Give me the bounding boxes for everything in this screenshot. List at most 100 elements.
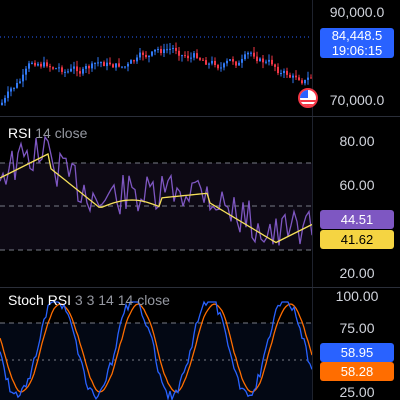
candle-body (178, 50, 180, 56)
candle-body (181, 55, 183, 57)
candle-body (277, 66, 279, 74)
candle-body (232, 59, 234, 62)
candle-body (130, 60, 132, 64)
rsi-axis-label-80: 80.00 (339, 133, 375, 149)
candle-body (211, 60, 213, 64)
candle-body (70, 68, 72, 72)
candle-body (226, 60, 228, 64)
candle-body (13, 87, 15, 89)
rsi-pane[interactable]: RSI 14 close 80.00 60.00 44.51 41.62 20.… (0, 117, 400, 287)
candle-body (22, 74, 24, 82)
candle-body (139, 52, 141, 58)
candle-body (10, 88, 12, 92)
stoch-d-value-tag: 58.28 (320, 362, 394, 381)
price-axis-label-70000: 70,000.0 (329, 92, 385, 108)
candle-body (91, 63, 93, 69)
candle-body (268, 59, 270, 62)
candle-body (250, 52, 252, 54)
candle-body (82, 68, 84, 74)
candle-body (190, 57, 192, 59)
candle-body (175, 47, 177, 51)
candle-body (289, 74, 291, 78)
candle-body (100, 62, 102, 64)
candle-body (97, 62, 99, 64)
candle-body (142, 52, 144, 55)
candle-body (193, 53, 195, 58)
candle-body (25, 68, 27, 75)
candle-body (16, 82, 18, 88)
candle-body (196, 53, 198, 59)
candle-body (163, 49, 165, 54)
stoch-rsi-pane[interactable]: Stoch RSI 3 3 14 14 close 100.00 75.00 5… (0, 288, 400, 400)
candle-body (244, 54, 246, 60)
last-price-tag: 84,448.5 19:06:15 (320, 28, 394, 58)
candle-body (61, 67, 63, 72)
candle-body (202, 59, 204, 61)
candle-body (76, 66, 78, 72)
candle-body (46, 62, 48, 67)
candle-body (292, 75, 294, 78)
stoch-axis-label-100: 100.00 (335, 288, 379, 304)
candle-body (298, 77, 300, 81)
candle-body (58, 67, 60, 69)
candle-body (217, 64, 219, 69)
candle-body (121, 66, 123, 68)
last-price-value: 84,448.5 (331, 28, 383, 43)
countdown-timer: 19:06:15 (331, 43, 383, 58)
candle-body (247, 52, 249, 55)
candle-body (286, 70, 288, 75)
stoch-rsi-legend[interactable]: Stoch RSI 3 3 14 14 close (8, 292, 170, 308)
candle-body (43, 62, 45, 67)
candle-body (103, 62, 105, 67)
candle-body (145, 54, 147, 58)
candle-body (208, 63, 210, 65)
candle-body (55, 68, 57, 70)
stoch-axis-label-75: 75.00 (339, 320, 375, 336)
candle-body (262, 58, 264, 63)
price-pane[interactable]: 90,000.0 84,448.5 19:06:15 70,000.0 (0, 0, 400, 116)
candle-body (157, 48, 159, 50)
candle-body (79, 71, 81, 74)
rsi-legend[interactable]: RSI 14 close (8, 125, 87, 141)
candle-body (304, 79, 306, 84)
candle-body (205, 60, 207, 65)
candle-body (271, 59, 273, 65)
candle-body (127, 63, 129, 67)
candle-body (283, 70, 285, 74)
candle-body (166, 49, 168, 51)
price-candles-canvas[interactable] (0, 0, 312, 116)
stoch-rsi-title: Stoch RSI (8, 292, 72, 308)
stoch-rsi-params: 3 3 14 14 close (74, 292, 170, 308)
candle-body (7, 91, 9, 98)
candle-body (220, 67, 222, 69)
candle-body (235, 61, 237, 66)
candle-body (112, 64, 114, 68)
candle-body (94, 62, 96, 64)
rsi-axis-label-60: 60.00 (339, 177, 375, 193)
candle-body (253, 52, 255, 57)
candle-body (34, 62, 36, 66)
candle-body (133, 60, 135, 62)
candle-body (259, 58, 261, 62)
candle-body (115, 63, 117, 68)
candle-body (40, 63, 42, 67)
candle-body (238, 62, 240, 66)
candle-body (85, 65, 87, 69)
candle-body (280, 73, 282, 75)
price-axis-label-90000: 90,000.0 (329, 4, 385, 20)
rsi-ma-value-tag: 41.62 (320, 230, 394, 249)
rsi-chart-canvas[interactable] (0, 117, 312, 287)
candle-body (160, 48, 162, 54)
candle-body (118, 63, 120, 67)
candle-body (1, 102, 3, 105)
candle-body (172, 47, 174, 49)
candle-body (124, 66, 126, 68)
candle-body (229, 59, 231, 61)
rsi-params: 14 close (35, 125, 88, 141)
candle-body (4, 97, 6, 103)
candle-body (274, 64, 276, 67)
stoch-axis-separator (312, 288, 313, 400)
candle-body (52, 67, 54, 69)
candle-body (151, 51, 153, 56)
candle-body (109, 62, 111, 65)
